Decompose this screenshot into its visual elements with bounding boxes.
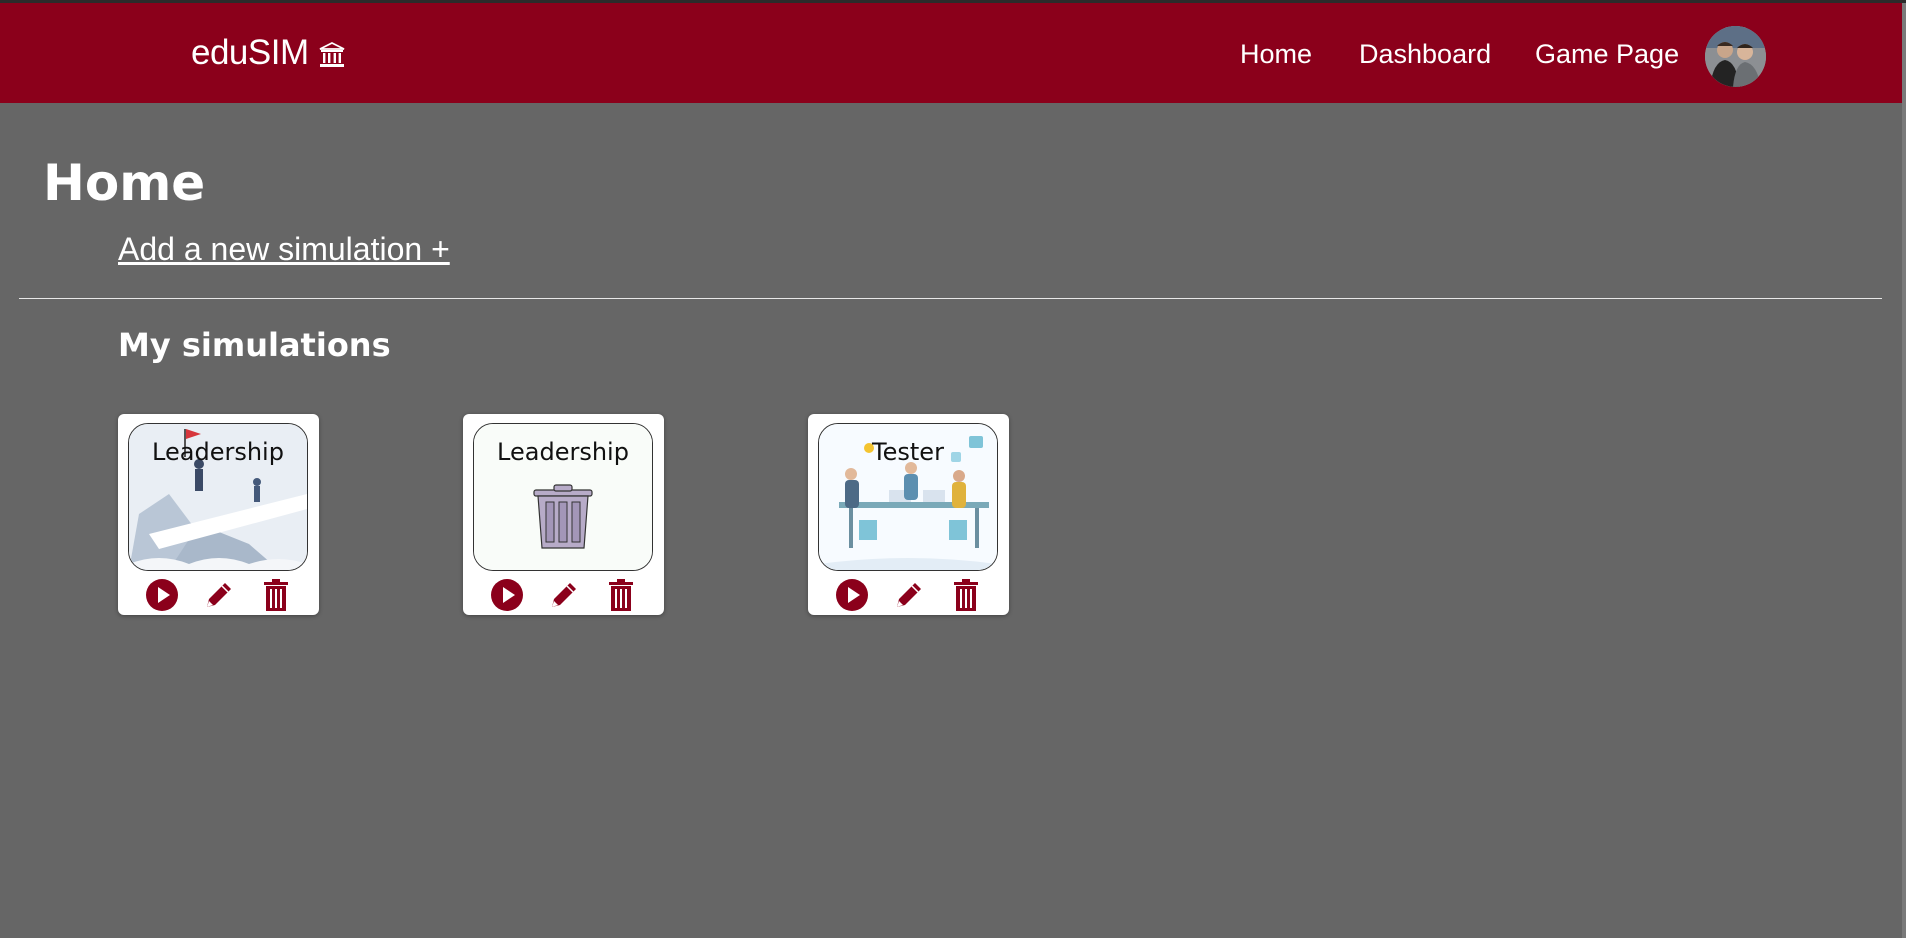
play-icon[interactable] — [144, 577, 180, 613]
pencil-icon[interactable] — [201, 577, 237, 613]
card-actions — [808, 577, 1009, 613]
simulation-title: Leadership — [497, 438, 629, 466]
avatar-photo — [1705, 26, 1766, 87]
brand-name: eduSIM — [191, 33, 309, 72]
simulation-card: Leadership — [118, 414, 319, 615]
simulation-card: Leadership — [463, 414, 664, 615]
simulation-card: Tester — [808, 414, 1009, 615]
nav-game-page[interactable]: Game Page — [1535, 39, 1679, 70]
brand-logo[interactable]: eduSIM — [191, 33, 347, 73]
add-simulation-link[interactable]: Add a new simulation + — [118, 231, 450, 268]
page-title: Home — [43, 154, 206, 212]
pencil-icon[interactable] — [546, 577, 582, 613]
nav-dashboard[interactable]: Dashboard — [1359, 39, 1491, 70]
page-scrollbar[interactable] — [1902, 3, 1906, 938]
play-icon[interactable] — [489, 577, 525, 613]
card-actions — [118, 577, 319, 613]
nav-home[interactable]: Home — [1240, 39, 1312, 70]
user-avatar[interactable] — [1705, 26, 1766, 87]
simulation-thumbnail[interactable]: Leadership — [128, 423, 308, 571]
university-icon — [319, 41, 345, 67]
section-title: My simulations — [118, 326, 391, 364]
trash-icon[interactable] — [603, 577, 639, 613]
play-icon[interactable] — [834, 577, 870, 613]
simulation-thumbnail[interactable]: Leadership — [473, 423, 653, 571]
simulation-thumbnail[interactable]: Tester — [818, 423, 998, 571]
trash-icon[interactable] — [258, 577, 294, 613]
simulation-title: Tester — [872, 438, 944, 466]
card-actions — [463, 577, 664, 613]
simulation-title: Leadership — [152, 438, 284, 466]
trash-icon[interactable] — [948, 577, 984, 613]
top-navbar: eduSIM Home Dashboard Game Page — [0, 3, 1906, 103]
section-divider — [19, 298, 1882, 299]
pencil-icon[interactable] — [891, 577, 927, 613]
